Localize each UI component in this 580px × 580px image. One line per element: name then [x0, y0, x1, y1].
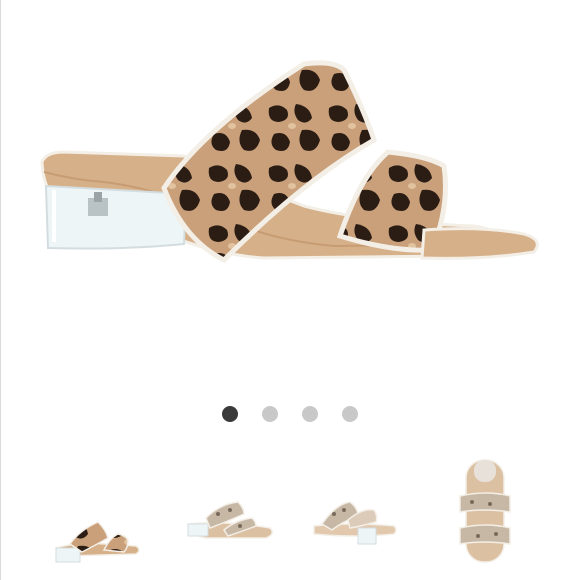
carousel-dot-4[interactable] [342, 406, 358, 422]
product-gallery-page [0, 0, 580, 580]
carousel-dot-1[interactable] [222, 406, 238, 422]
thumbnail-back-view[interactable] [300, 456, 410, 566]
carousel-dot-2[interactable] [262, 406, 278, 422]
thumbnail-side-view[interactable] [40, 456, 150, 566]
left-border [0, 0, 1, 580]
thumbnail-image [313, 501, 397, 545]
sandal-illustration [40, 60, 539, 264]
thumbnail-top-view[interactable] [430, 456, 540, 566]
thumbnail-angled-view[interactable] [170, 456, 280, 566]
main-product-image[interactable] [24, 40, 564, 300]
thumbnail-image [459, 459, 511, 563]
thumbnail-image [187, 501, 273, 539]
carousel-dot-3[interactable] [302, 406, 318, 422]
carousel-indicators [0, 406, 580, 424]
thumbnail-image [55, 521, 140, 563]
thumbnail-strip [40, 456, 540, 566]
